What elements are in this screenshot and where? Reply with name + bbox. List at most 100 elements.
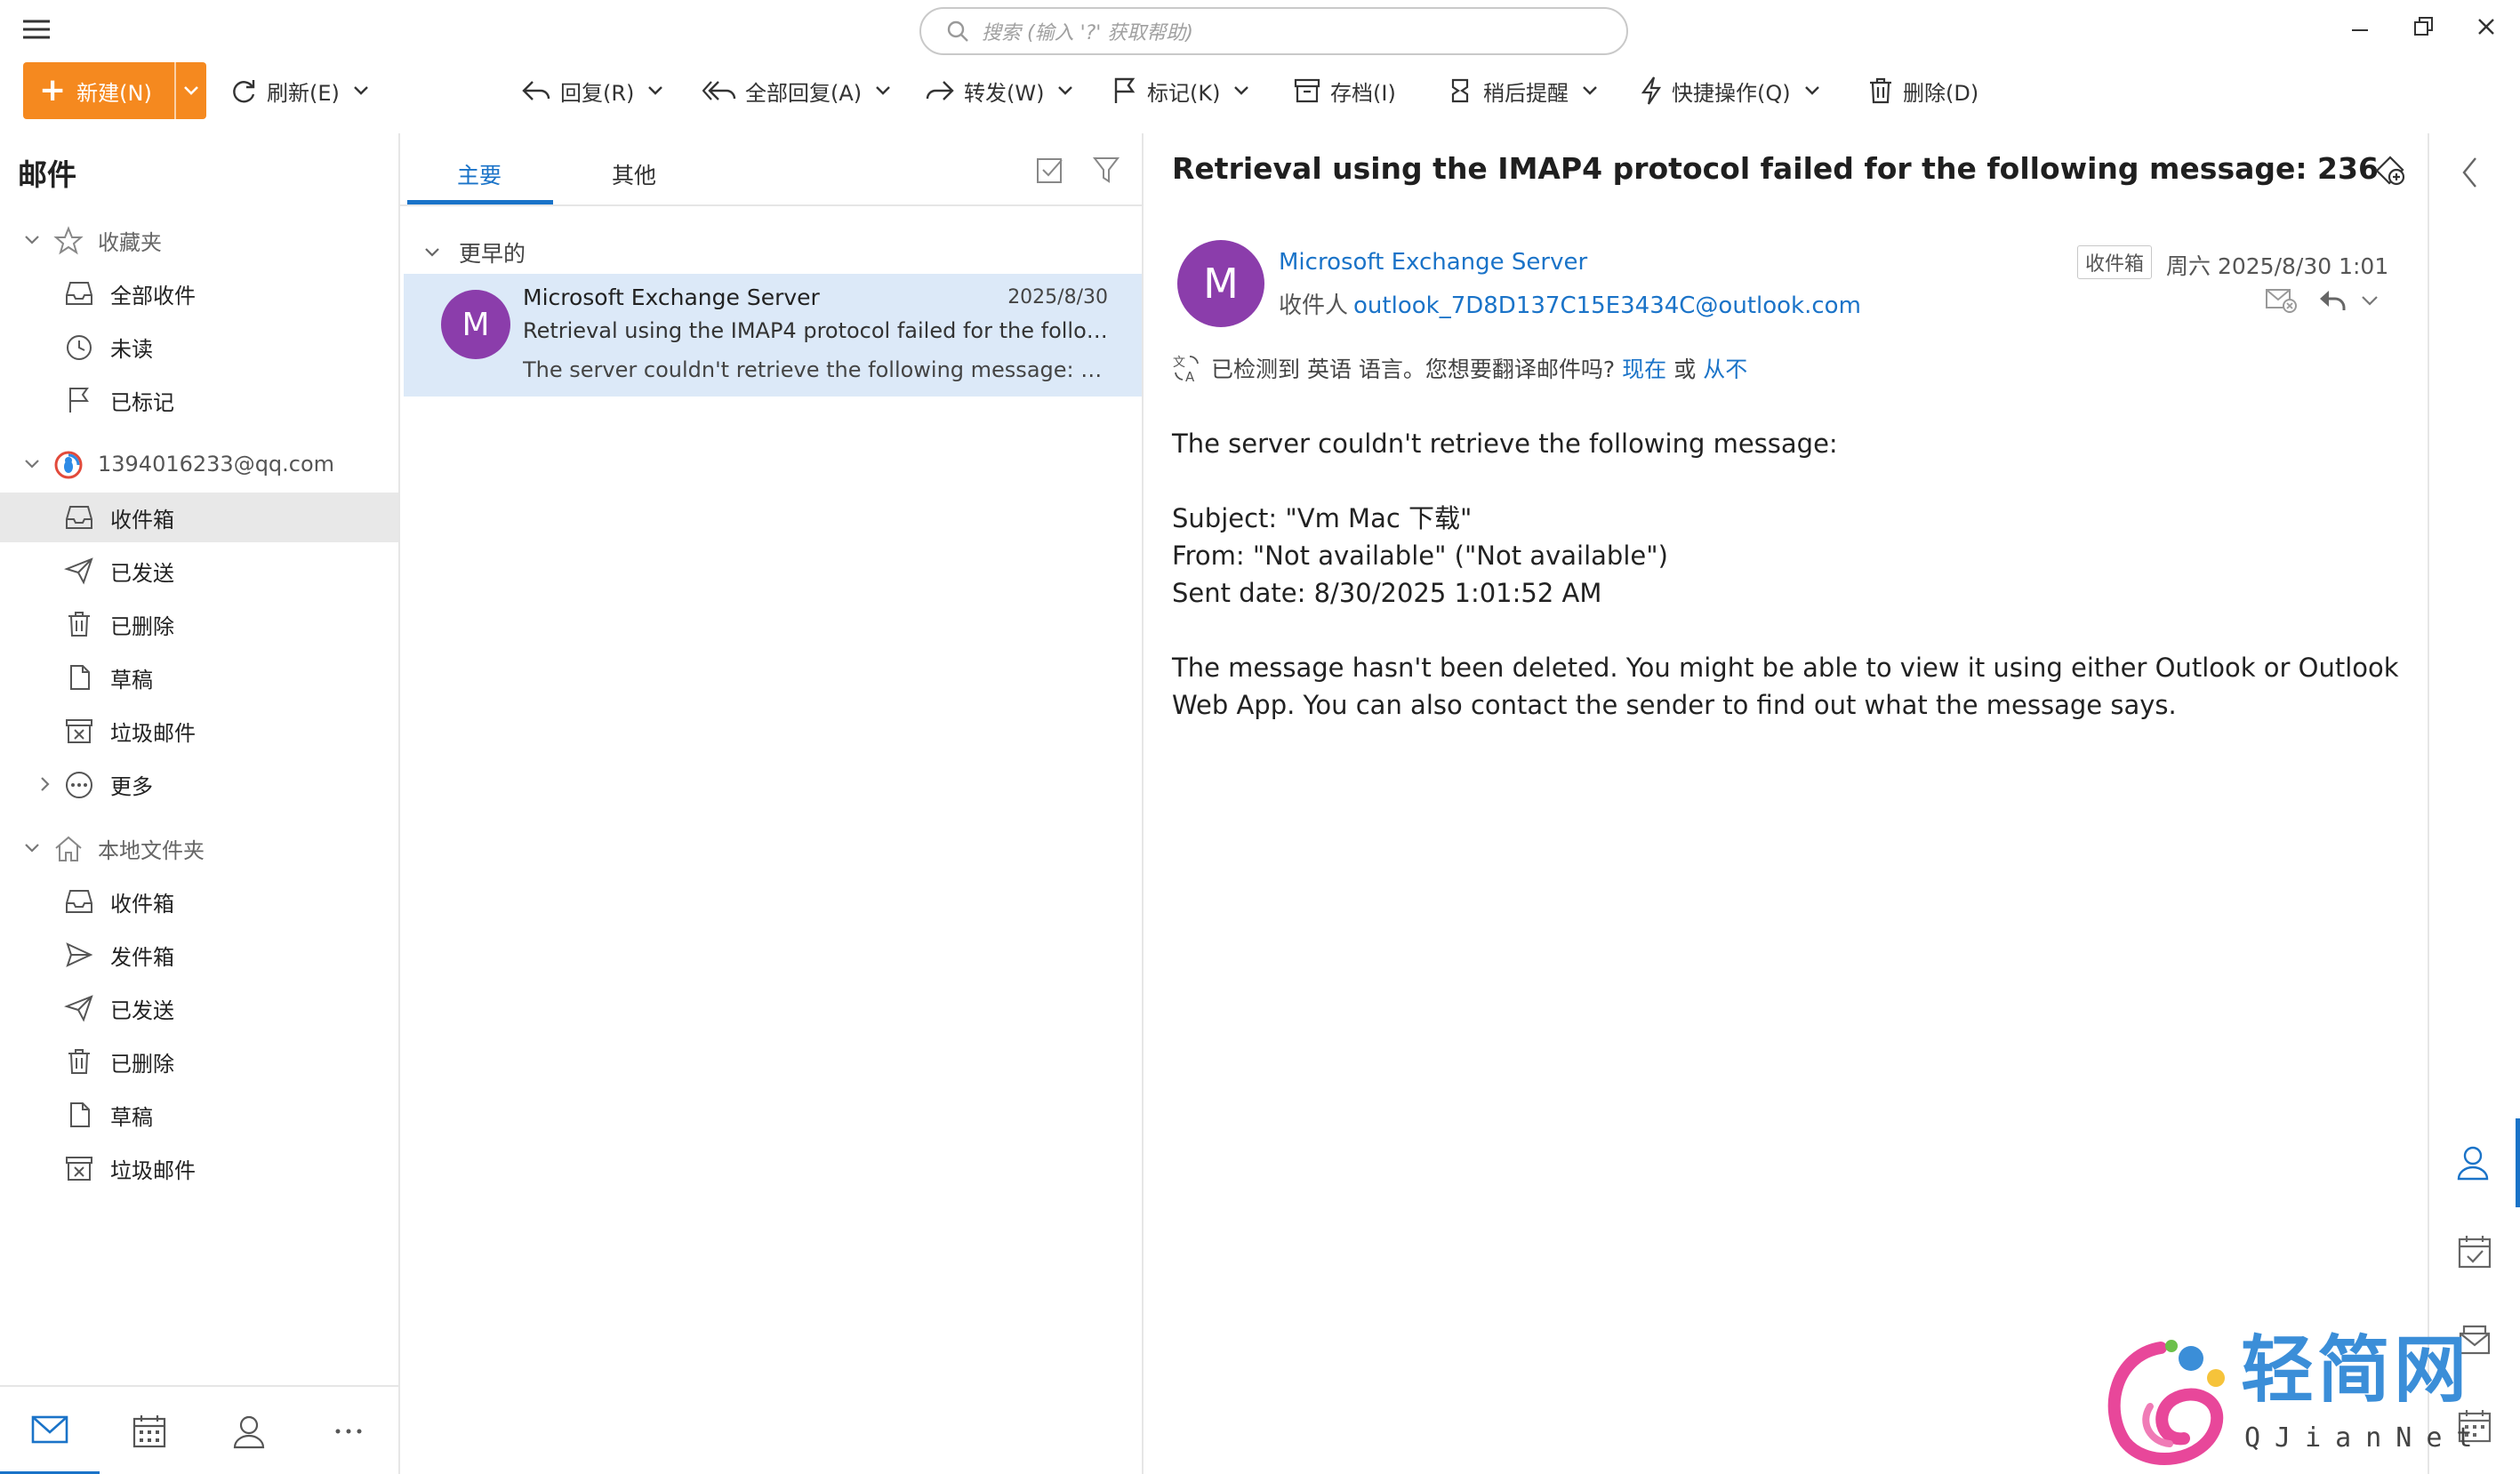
forward-button[interactable]: 转发(W)	[925, 71, 1074, 110]
junk-icon	[66, 1157, 92, 1181]
toolbar: + 新建(N) 刷新(E) 回复(R) 全部回复(A) 转发(W) 标记(K) …	[0, 59, 2520, 133]
account-group[interactable]: 1394016233@qq.com	[0, 439, 398, 489]
search-placeholder: 搜索 (输入 '?' 获取帮助)	[982, 22, 1193, 44]
new-main-button[interactable]: + 新建(N)	[23, 62, 174, 119]
favorites-label: 收藏夹	[98, 229, 162, 255]
sidebar-item-label: 已删除	[110, 613, 174, 639]
sidebar-item-sent[interactable]: 已发送	[0, 546, 398, 596]
star-icon	[53, 226, 84, 255]
new-dropdown-button[interactable]	[174, 62, 206, 119]
recipient-label: 收件人	[1279, 292, 1349, 319]
trash-icon	[68, 612, 90, 637]
message-subject: Retrieval using the IMAP4 protocol faile…	[523, 318, 1110, 343]
translate-now-link[interactable]: 现在	[1622, 352, 1666, 384]
select-all-icon[interactable]	[1035, 155, 1065, 185]
snooze-button[interactable]: 稍后提醒	[1446, 71, 1599, 110]
sidebar-item-junk[interactable]: 垃圾邮件	[0, 706, 398, 756]
chevron-down-icon[interactable]	[874, 84, 892, 97]
tab-other[interactable]: 其他	[612, 158, 656, 190]
sidebar-item-label: 发件箱	[110, 944, 174, 970]
contacts-app-button[interactable]	[199, 1387, 299, 1474]
minimize-button[interactable]	[2342, 9, 2378, 44]
snooze-label: 稍后提醒	[1483, 80, 1569, 106]
translate-prompt: 已检测到 英语 语言。您想要翻译邮件吗?	[1211, 356, 1616, 382]
message-sender: Microsoft Exchange Server	[523, 284, 820, 310]
group-header-label: 更早的	[459, 241, 526, 267]
body-sent-line: Sent date: 8/30/2025 1:01:52 AM	[1172, 578, 1602, 608]
contacts-pane-button[interactable]	[2429, 1118, 2520, 1207]
translate-or-text: 或	[1673, 356, 1697, 382]
chevron-down-icon[interactable]	[352, 84, 370, 97]
favorites-group[interactable]: 收藏夹	[0, 215, 398, 265]
local-item-sent[interactable]: 已发送	[0, 983, 398, 1033]
archive-label: 存档(I)	[1330, 80, 1396, 106]
collapse-pane-icon[interactable]	[2460, 155, 2481, 190]
chevron-down-icon	[184, 86, 198, 95]
account-label: 1394016233@qq.com	[98, 452, 335, 477]
archive-button[interactable]: 存档(I)	[1293, 71, 1396, 110]
chevron-down-icon[interactable]	[1581, 84, 1599, 97]
reply-icon[interactable]	[2317, 288, 2347, 313]
sidebar-item-unread[interactable]: 未读	[0, 322, 398, 372]
local-item-drafts[interactable]: 草稿	[0, 1090, 398, 1140]
flag-label: 标记(K)	[1147, 80, 1221, 106]
menu-icon[interactable]	[20, 14, 55, 44]
chevron-down-icon[interactable]	[1056, 84, 1074, 97]
restore-button[interactable]	[2406, 9, 2442, 44]
sidebar-item-label: 收件箱	[110, 891, 174, 917]
message-list-item[interactable]: M Microsoft Exchange Server 2025/8/30 Re…	[404, 274, 1142, 397]
more-apps-button[interactable]	[299, 1387, 398, 1474]
flag-button[interactable]: 标记(K)	[1112, 71, 1250, 110]
chevron-down-icon[interactable]	[1232, 84, 1250, 97]
chevron-down-icon[interactable]	[423, 245, 441, 260]
delete-label: 删除(D)	[1903, 80, 1979, 106]
sidebar-item-label: 已发送	[110, 560, 174, 586]
local-item-inbox[interactable]: 收件箱	[0, 877, 398, 926]
filter-icon[interactable]	[1092, 155, 1120, 185]
chevron-down-icon[interactable]	[23, 839, 41, 857]
quick-actions-button[interactable]: 快捷操作(Q)	[1640, 71, 1821, 110]
recipient-address[interactable]: outlook_7D8D137C15E3434C@outlook.com	[1353, 292, 1861, 319]
open-in-window-icon[interactable]	[2264, 284, 2298, 315]
sidebar-item-deleted[interactable]: 已删除	[0, 599, 398, 649]
calendar-check-icon	[2458, 1236, 2492, 1269]
sidebar-item-label: 全部收件	[110, 283, 196, 308]
pin-icon[interactable]	[2372, 153, 2408, 188]
sidebar-title: 邮件	[18, 157, 76, 192]
reading-pane: Retrieval using the IMAP4 protocol faile…	[1145, 133, 2428, 1474]
email-recipient-line: 收件人 outlook_7D8D137C15E3434C@outlook.com	[1279, 287, 1861, 320]
group-header-earlier[interactable]: 更早的	[423, 236, 526, 268]
sidebar-item-flagged[interactable]: 已标记	[0, 375, 398, 425]
search-input[interactable]: 搜索 (输入 '?' 获取帮助)	[919, 7, 1628, 55]
sidebar-item-all-inbox[interactable]: 全部收件	[0, 268, 398, 318]
email-sender-name[interactable]: Microsoft Exchange Server	[1279, 249, 1587, 276]
email-date: 周六 2025/8/30 1:01	[2166, 253, 2389, 279]
chevron-down-icon[interactable]	[23, 455, 41, 473]
chevron-down-icon[interactable]	[2360, 293, 2380, 308]
reply-button[interactable]: 回复(R)	[521, 71, 664, 110]
refresh-button[interactable]: 刷新(E)	[229, 71, 370, 110]
sidebar-item-more[interactable]: 更多	[0, 759, 398, 809]
chevron-down-icon[interactable]	[23, 231, 41, 249]
tasks-pane-button[interactable]	[2429, 1207, 2520, 1296]
close-button[interactable]	[2468, 9, 2504, 44]
chevron-down-icon[interactable]	[1803, 84, 1821, 97]
local-item-deleted[interactable]: 已删除	[0, 1037, 398, 1086]
calendar-app-button[interactable]	[100, 1387, 199, 1474]
chevron-down-icon[interactable]	[646, 84, 664, 97]
delete-button[interactable]: 删除(D)	[1867, 71, 1978, 110]
message-preview: The server couldn't retrieve the followi…	[523, 357, 1110, 382]
local-folders-group[interactable]: 本地文件夹	[0, 823, 398, 873]
tab-focused[interactable]: 主要	[457, 158, 502, 190]
mail-app-button[interactable]	[0, 1387, 100, 1474]
local-item-junk[interactable]: 垃圾邮件	[0, 1143, 398, 1193]
sidebar-item-inbox[interactable]: 收件箱	[0, 493, 398, 542]
snooze-icon	[1451, 78, 1469, 103]
local-item-outbox[interactable]: 发件箱	[0, 930, 398, 980]
reply-all-button[interactable]: 全部回复(A)	[702, 71, 892, 110]
new-button[interactable]: + 新建(N)	[23, 62, 206, 119]
send-icon	[64, 995, 93, 1022]
translate-never-link[interactable]: 从不	[1703, 352, 1747, 384]
chevron-right-icon[interactable]	[37, 775, 52, 793]
sidebar-item-drafts[interactable]: 草稿	[0, 653, 398, 702]
